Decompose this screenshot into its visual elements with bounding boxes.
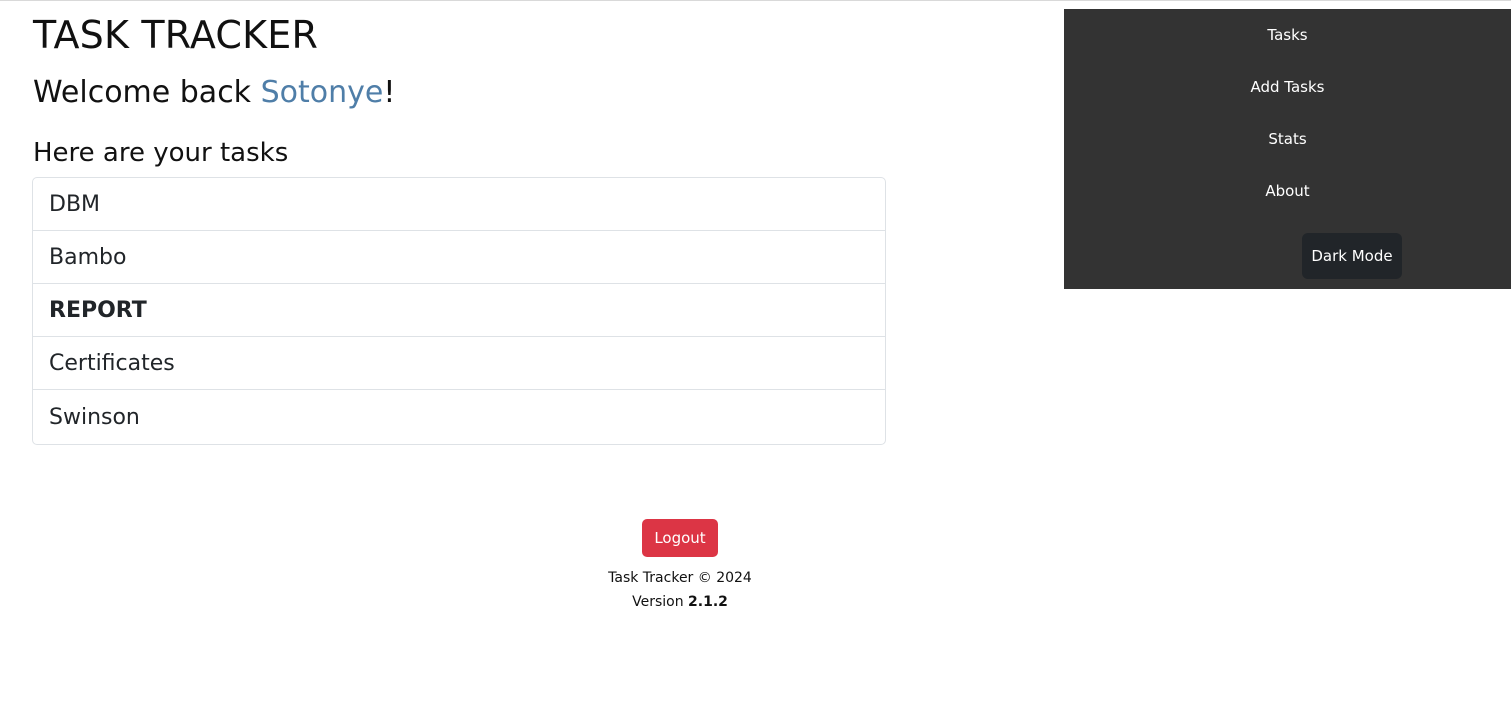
welcome-suffix: ! — [383, 75, 396, 110]
tasks-heading: Here are your tasks — [33, 138, 289, 168]
nav-link-stats[interactable]: Stats — [1064, 129, 1511, 149]
task-item-swinson[interactable]: Swinson — [33, 390, 885, 444]
copyright-text: Task Tracker © 2024 — [608, 570, 752, 586]
app-title: TASK TRACKER — [33, 13, 319, 57]
task-item-dbm[interactable]: DBM — [33, 178, 885, 231]
dark-mode-button[interactable]: Dark Mode — [1302, 233, 1402, 279]
task-item-report[interactable]: REPORT — [33, 284, 885, 337]
nav-link-tasks[interactable]: Tasks — [1064, 25, 1511, 45]
version-number: 2.1.2 — [688, 594, 728, 610]
task-list: DBM Bambo REPORT Certificates Swinson — [32, 177, 886, 445]
top-divider — [0, 0, 1511, 1]
task-item-certificates[interactable]: Certificates — [33, 337, 885, 390]
footer: Task Tracker © 2024 Version 2.1.2 — [480, 566, 880, 614]
username: Sotonye — [260, 75, 384, 110]
version-text: Version 2.1.2 — [480, 590, 880, 614]
logout-button[interactable]: Logout — [642, 519, 718, 557]
version-prefix: Version — [632, 594, 689, 610]
nav-link-about[interactable]: About — [1064, 181, 1511, 201]
welcome-heading: Welcome back Sotonye! — [33, 74, 395, 112]
task-item-bambo[interactable]: Bambo — [33, 231, 885, 284]
nav-link-add-tasks[interactable]: Add Tasks — [1064, 77, 1511, 97]
nav-menu: Tasks Add Tasks Stats About Dark Mode — [1064, 9, 1511, 289]
welcome-prefix: Welcome back — [33, 75, 261, 110]
